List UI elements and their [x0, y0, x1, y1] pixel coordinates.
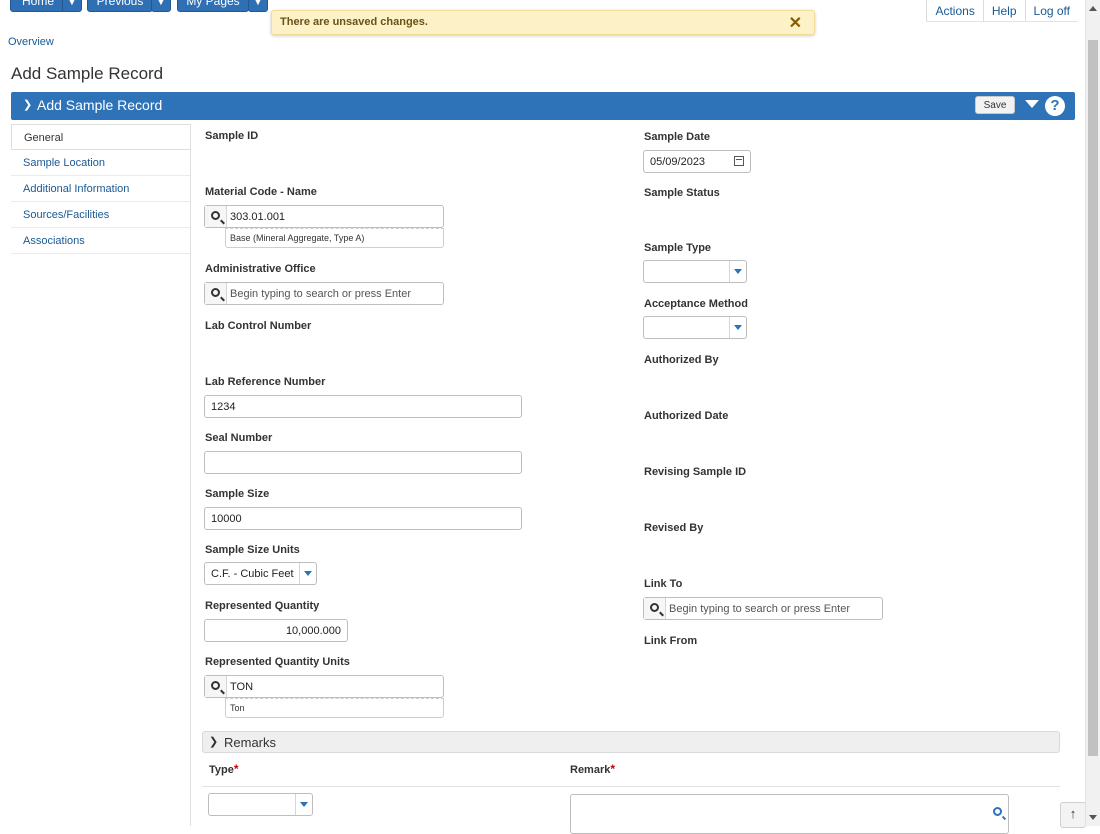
top-links: Actions Help Log off — [926, 0, 1078, 22]
sample-date-label: Sample Date — [644, 131, 711, 143]
close-icon[interactable]: ✕ — [789, 13, 802, 33]
help-icon[interactable]: ? — [1045, 96, 1065, 116]
authorized-by-label: Authorized By — [644, 354, 719, 366]
authorized-date-label: Authorized Date — [644, 410, 729, 422]
required-marker: * — [610, 762, 616, 776]
sample-size-units-select[interactable]: C.F. - Cubic Feet — [204, 562, 317, 585]
my-pages-button[interactable]: My Pages — [177, 0, 249, 12]
remark-column-label: Remark — [570, 764, 611, 776]
material-code-label: Material Code - Name — [205, 186, 317, 198]
actions-link[interactable]: Actions — [926, 0, 982, 22]
sidebar: General Sample Location Additional Infor… — [11, 124, 190, 254]
chevron-down-icon[interactable]: ❯ — [209, 735, 218, 748]
scroll-up-icon[interactable] — [1089, 6, 1097, 11]
chevron-down-icon[interactable] — [299, 563, 316, 584]
administrative-office-placeholder: Begin typing to search or press Enter — [230, 288, 411, 300]
chevron-down-icon[interactable] — [295, 794, 312, 815]
chevron-down-icon[interactable] — [729, 317, 746, 338]
alert-message: There are unsaved changes. — [280, 16, 428, 28]
calendar-icon[interactable] — [734, 156, 744, 166]
unsaved-changes-alert: There are unsaved changes. ✕ — [271, 10, 815, 35]
lab-reference-number-label: Lab Reference Number — [205, 376, 326, 388]
search-icon[interactable] — [205, 283, 227, 304]
represented-quantity-label: Represented Quantity — [205, 600, 320, 612]
page-title: Add Sample Record — [11, 64, 164, 83]
administrative-office-label: Administrative Office — [205, 263, 316, 275]
home-menu-button[interactable]: ▼ — [62, 0, 82, 12]
chevron-down-icon[interactable]: ❯ — [23, 98, 32, 111]
revising-sample-id-label: Revising Sample ID — [644, 466, 747, 478]
panel-menu-caret-icon[interactable] — [1025, 100, 1039, 108]
page-scrollbar[interactable] — [1085, 0, 1100, 826]
previous-menu-button[interactable]: ▼ — [151, 0, 171, 12]
administrative-office-field[interactable]: Begin typing to search or press Enter — [204, 282, 444, 305]
tab-sample-location[interactable]: Sample Location — [11, 150, 190, 176]
link-to-label: Link To — [644, 578, 683, 590]
link-to-placeholder: Begin typing to search or press Enter — [669, 603, 850, 615]
material-code-field[interactable]: 303.01.001 — [204, 205, 444, 228]
acceptance-method-label: Acceptance Method — [644, 298, 748, 310]
help-link[interactable]: Help — [982, 0, 1025, 22]
sample-size-input[interactable]: 10000 — [204, 507, 522, 530]
acceptance-method-select[interactable] — [643, 316, 747, 339]
sample-status-label: Sample Status — [644, 187, 720, 199]
material-description: Base (Mineral Aggregate, Type A) — [225, 228, 444, 248]
sample-size-units-value: C.F. - Cubic Feet — [211, 568, 294, 580]
sample-size-label: Sample Size — [205, 488, 270, 500]
tab-general[interactable]: General — [11, 124, 190, 150]
scroll-to-top-button[interactable]: ↑ — [1060, 802, 1086, 828]
remark-textarea[interactable] — [570, 794, 1009, 834]
scroll-thumb[interactable] — [1088, 40, 1098, 756]
my-pages-menu-button[interactable]: ▼ — [248, 0, 268, 12]
tab-additional-information[interactable]: Additional Information — [11, 176, 190, 202]
revised-by-label: Revised By — [644, 522, 704, 534]
represented-quantity-units-label: Represented Quantity Units — [205, 656, 350, 668]
remark-type-select[interactable] — [208, 793, 313, 816]
remarks-divider — [202, 786, 1060, 787]
material-code-value: 303.01.001 — [230, 211, 286, 223]
required-marker: * — [233, 762, 239, 776]
remarks-section-header[interactable]: ❯ Remarks — [202, 731, 1060, 753]
previous-button[interactable]: Previous — [87, 0, 153, 12]
chevron-down-icon[interactable] — [729, 261, 746, 282]
breadcrumb-overview[interactable]: Overview — [8, 36, 54, 48]
represented-quantity-units-field[interactable]: TON — [204, 675, 444, 698]
search-icon[interactable] — [205, 676, 227, 697]
sample-id-label: Sample ID — [205, 130, 259, 142]
tab-sources-facilities[interactable]: Sources/Facilities — [11, 202, 190, 228]
sample-type-label: Sample Type — [644, 242, 712, 254]
lab-control-number-label: Lab Control Number — [205, 320, 312, 332]
link-to-field[interactable]: Begin typing to search or press Enter — [643, 597, 883, 620]
sample-size-units-label: Sample Size Units — [205, 544, 300, 556]
type-column-label: Type — [209, 764, 234, 776]
represented-quantity-input[interactable]: 10,000.000 — [204, 619, 348, 642]
lab-reference-number-input[interactable]: 1234 — [204, 395, 522, 418]
represented-quantity-units-description: Ton — [225, 698, 444, 718]
link-from-label: Link From — [644, 635, 698, 647]
scroll-down-icon[interactable] — [1089, 815, 1097, 820]
sample-date-input[interactable]: 05/09/2023 — [643, 150, 751, 173]
remarks-remark-header: Remark* — [570, 762, 615, 776]
remarks-title: Remarks — [224, 735, 277, 750]
remarks-type-header: Type* — [209, 762, 239, 776]
represented-quantity-units-value: TON — [230, 681, 254, 693]
search-icon[interactable] — [205, 206, 227, 227]
panel-header: ❯ Add Sample Record Save ? — [11, 92, 1075, 120]
logoff-link[interactable]: Log off — [1024, 0, 1078, 22]
seal-number-input[interactable] — [204, 451, 522, 474]
sample-date-value: 05/09/2023 — [650, 156, 706, 168]
sample-type-select[interactable] — [643, 260, 747, 283]
home-button[interactable]: Home — [10, 0, 66, 12]
save-button[interactable]: Save — [975, 96, 1015, 114]
seal-number-label: Seal Number — [205, 432, 273, 444]
search-icon[interactable] — [644, 598, 666, 619]
zoom-icon[interactable] — [993, 807, 1002, 816]
tab-associations[interactable]: Associations — [11, 228, 190, 254]
panel-title: Add Sample Record — [37, 97, 163, 113]
